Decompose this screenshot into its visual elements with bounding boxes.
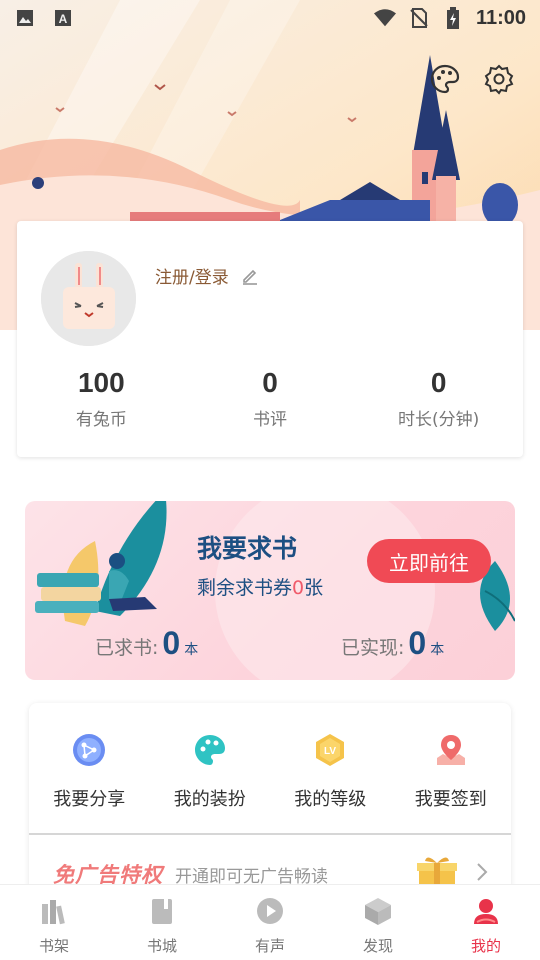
text-notification-icon: A [52, 7, 74, 29]
divider [29, 833, 511, 835]
bookshelf-icon [42, 900, 65, 925]
nav-item-mine[interactable]: 我的 [432, 885, 540, 960]
level-badge-icon: LV [316, 734, 345, 766]
discover-cube-icon [365, 898, 391, 925]
settings-button[interactable] [482, 62, 516, 96]
stat-value: 0 [262, 367, 278, 398]
coupon-label: 剩余求书券 [197, 577, 293, 599]
requested-value: 0 [162, 625, 181, 661]
nav-label: 发现 [362, 937, 393, 955]
nav-label: 我的 [470, 937, 501, 955]
battery-charging-icon [442, 7, 464, 29]
ad-free-description: 开通即可无广告畅读 [175, 866, 328, 887]
feature-label: 我的装扮 [173, 789, 246, 810]
realized-unit: 本 [430, 642, 445, 658]
nav-item-discover[interactable]: 发现 [324, 885, 432, 960]
wifi-icon [373, 7, 396, 29]
image-notification-icon [14, 7, 36, 29]
realized-value: 0 [408, 625, 427, 661]
go-now-button[interactable]: 立即前往 [367, 539, 491, 583]
nav-label: 书架 [38, 937, 69, 955]
palette-icon [430, 64, 460, 94]
feature-share[interactable]: 我要分享 [29, 731, 150, 811]
login-label: 注册/登录 [155, 268, 229, 288]
svg-text:A: A [59, 12, 68, 26]
header-actions [428, 62, 516, 96]
feature-label: 我要分享 [53, 789, 126, 810]
requested-label: 已求书: [95, 637, 159, 659]
edit-pencil-icon [242, 269, 257, 285]
stat-value: 0 [430, 367, 447, 398]
stat-label: 书评 [253, 410, 287, 430]
feature-label: 我要签到 [414, 789, 487, 810]
clock: 11:00 [475, 6, 526, 29]
nav-label: 书城 [146, 937, 177, 955]
bottom-navigation: 书架 书城 有声 发现 我的 [0, 884, 540, 960]
feature-grid: 我要分享 我的装扮 LV 我的等级 我要签到 [29, 731, 511, 811]
palette-icon [194, 735, 225, 765]
login-register-link[interactable]: 注册/登录 [155, 263, 259, 288]
nav-item-bookstore[interactable]: 书城 [108, 885, 216, 960]
stat-label: 有兔币 [75, 410, 127, 430]
request-book-banner[interactable]: 我要求书 剩余求书券0张 立即前往 已求书: 0 本 已实现: 0 本 [25, 501, 515, 680]
checkin-location-icon [436, 735, 465, 765]
feature-decoration[interactable]: 我的装扮 [150, 731, 271, 811]
realized-label: 已实现: [341, 637, 405, 659]
nav-item-bookshelf[interactable]: 书架 [0, 885, 108, 960]
stat-coins[interactable]: 100 有兔币 [17, 367, 186, 430]
no-sim-icon [408, 7, 430, 29]
profile-stats: 100 有兔币 0 书评 0 时长(分钟) [17, 367, 523, 430]
feature-label: 我的等级 [294, 789, 367, 810]
avatar[interactable] [41, 251, 136, 346]
status-bar: A 11:00 [0, 0, 540, 36]
request-book-title: 我要求书 [197, 534, 298, 563]
audio-play-icon [257, 898, 283, 924]
share-icon [73, 734, 106, 766]
rabbit-avatar-icon [41, 251, 136, 346]
requested-count: 已求书: 0 本 [95, 625, 198, 662]
nav-item-audio[interactable]: 有声 [216, 885, 324, 960]
stat-reviews[interactable]: 0 书评 [186, 367, 355, 430]
stat-label: 时长(分钟) [398, 410, 480, 430]
theme-palette-button[interactable] [428, 62, 462, 96]
profile-icon [474, 899, 498, 924]
svg-text:LV: LV [324, 746, 336, 757]
coupon-unit: 张 [304, 577, 324, 599]
stat-duration[interactable]: 0 时长(分钟) [354, 367, 523, 430]
gear-icon [484, 64, 514, 95]
bookstore-icon [152, 899, 172, 924]
request-book-subtitle: 剩余求书券0张 [197, 573, 323, 600]
feature-checkin[interactable]: 我要签到 [391, 731, 512, 811]
profile-card: 注册/登录 100 有兔币 0 书评 0 时长(分钟) [17, 221, 523, 457]
realized-count: 已实现: 0 本 [341, 625, 444, 662]
feature-level[interactable]: LV 我的等级 [270, 731, 391, 811]
stat-value: 100 [77, 367, 125, 398]
features-card: 我要分享 我的装扮 LV 我的等级 我要签到 免广告特权 开通即可无广告畅读 [29, 703, 511, 893]
nav-label: 有声 [254, 937, 285, 955]
requested-unit: 本 [184, 642, 199, 658]
coupon-count: 0 [292, 577, 305, 599]
